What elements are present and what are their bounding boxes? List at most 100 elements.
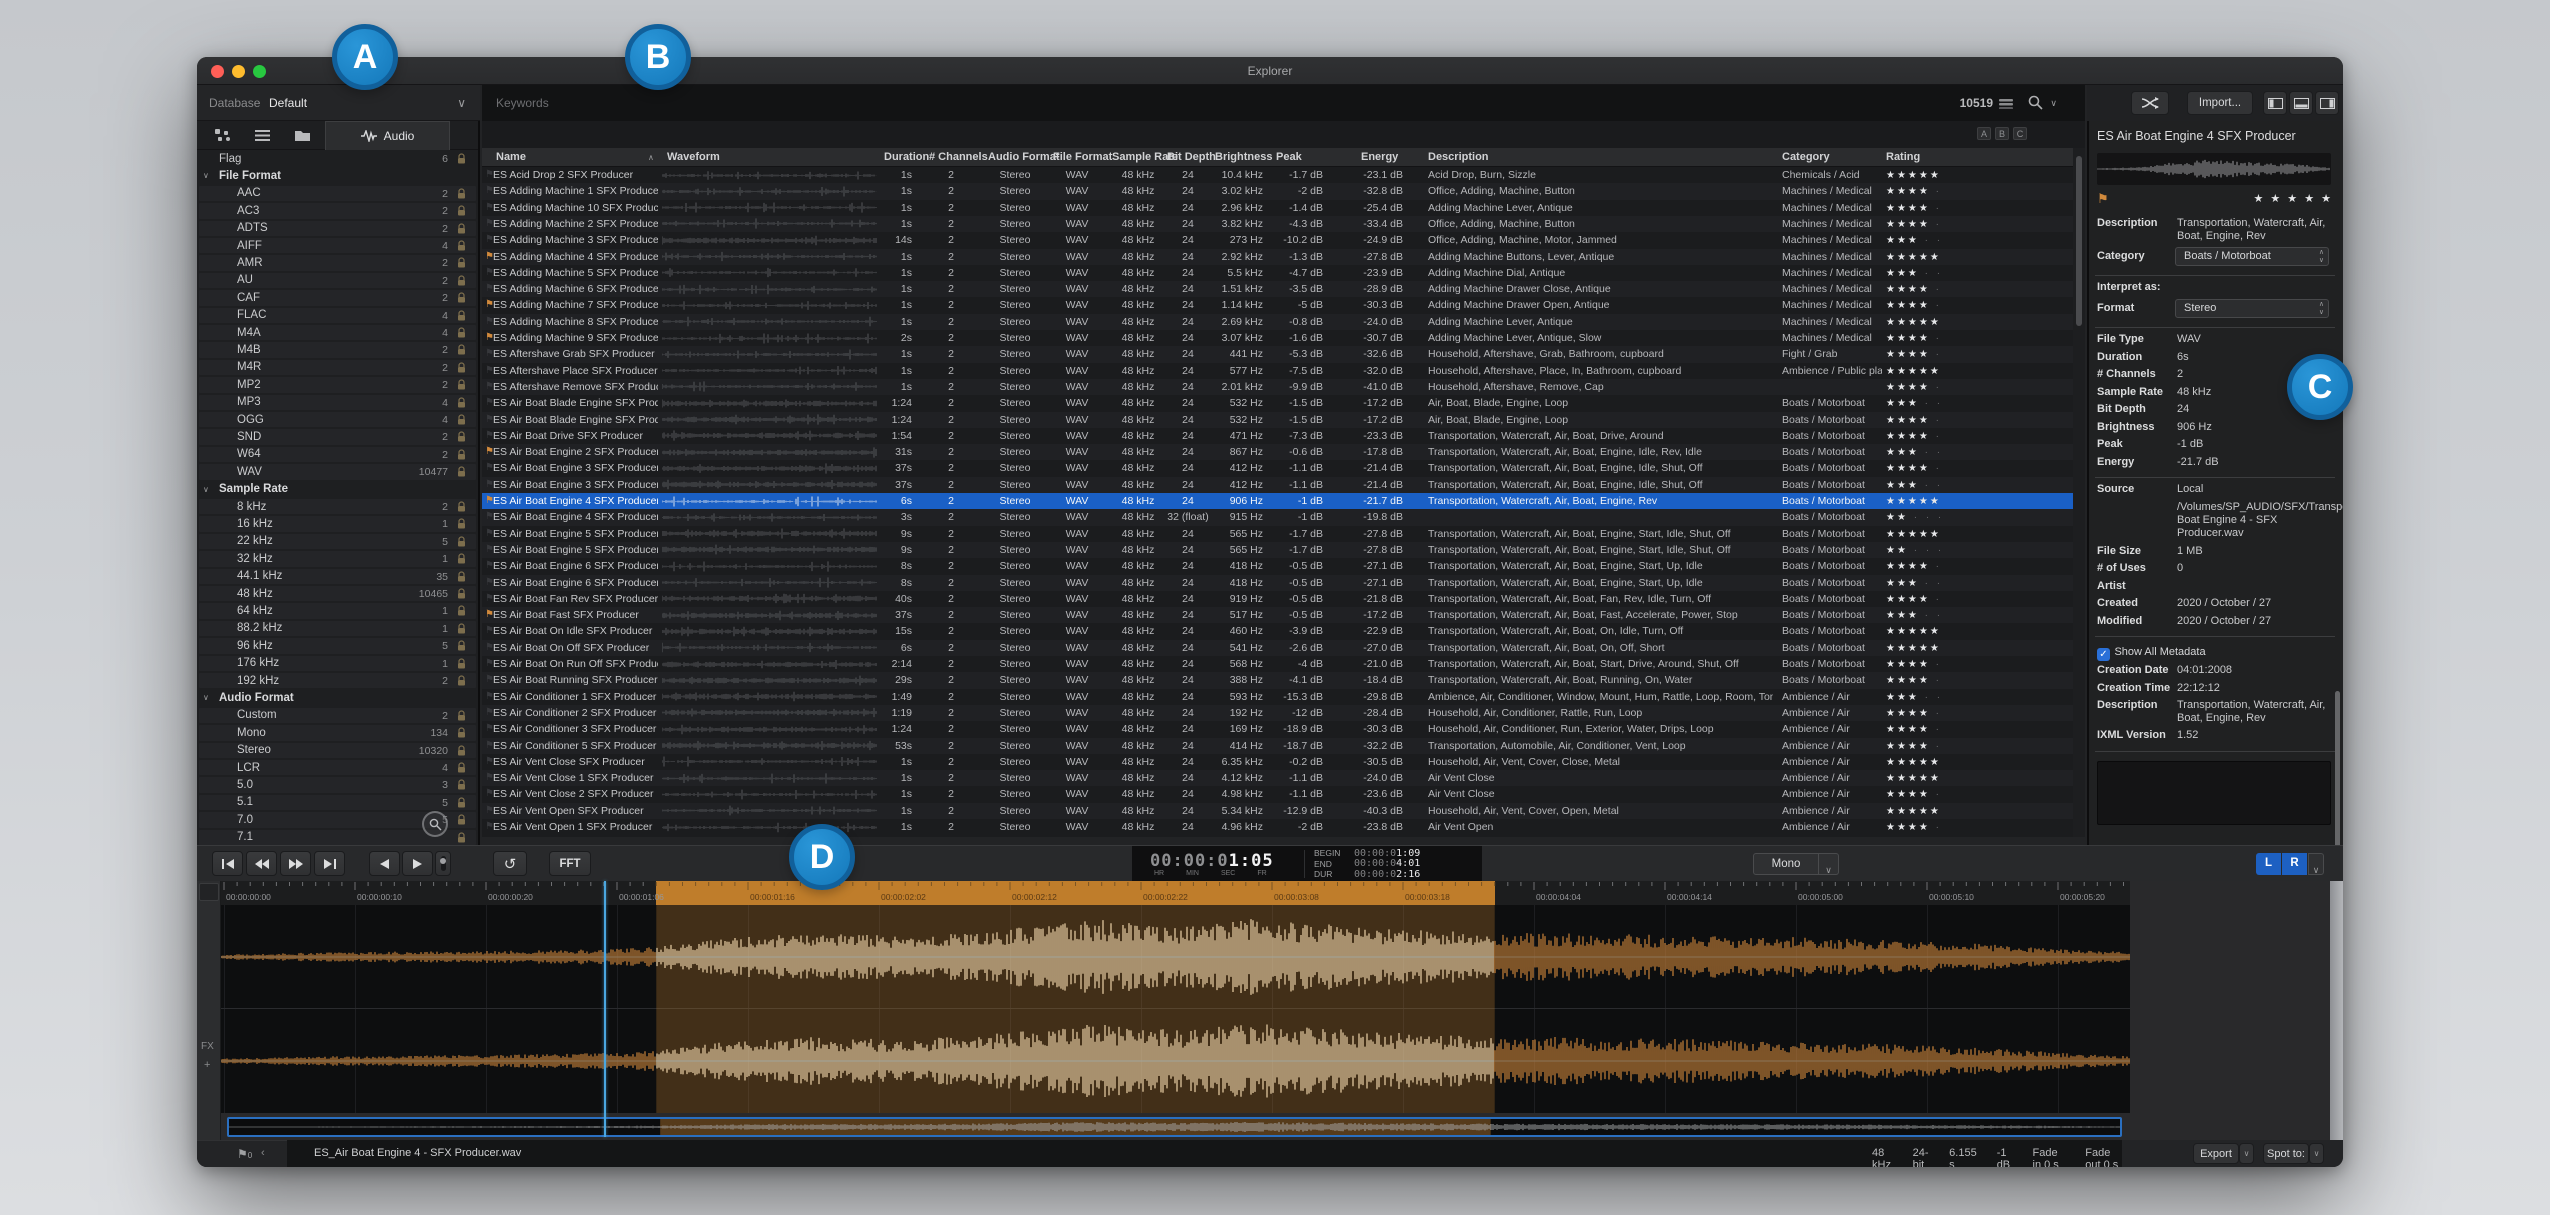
filter-item[interactable]: ADTS2 xyxy=(197,220,478,237)
filter-item[interactable]: Custom2 xyxy=(197,707,478,724)
lock-icon[interactable] xyxy=(457,205,466,216)
cell-rating[interactable]: ★★★★ · xyxy=(1886,740,2016,752)
play-reverse-button[interactable] xyxy=(369,851,400,876)
table-row[interactable]: ⚑ES Air Boat Engine 6 SFX Producer8s2Ste… xyxy=(482,575,2075,591)
sidebar-search-button[interactable] xyxy=(422,811,448,837)
cell-rating[interactable]: ★★★★ · xyxy=(1886,560,2016,572)
column-header-energy[interactable]: Energy xyxy=(1361,151,1398,163)
cell-rating[interactable]: ★★★★ · xyxy=(1886,414,2016,426)
import-button[interactable]: Import... xyxy=(2187,91,2253,115)
cell-rating[interactable]: ★★★★★ xyxy=(1886,805,2016,817)
cell-rating[interactable]: ★★★★★ xyxy=(1886,169,2016,181)
cell-rating[interactable]: ★★★★★ xyxy=(1886,756,2016,768)
table-scrollbar[interactable] xyxy=(2073,148,2085,837)
cell-rating[interactable]: ★★★ · · xyxy=(1886,446,2016,458)
collapse-chevron-icon[interactable]: ‹ xyxy=(261,1147,265,1159)
table-row[interactable]: ⚑ES Air Boat Engine 2 SFX Producer31s2St… xyxy=(482,444,2075,460)
lock-icon[interactable] xyxy=(457,779,466,790)
table-row[interactable]: ⚑ES Air Boat On Off SFX Producer6s2Stere… xyxy=(482,640,2075,656)
column-header-description[interactable]: Description xyxy=(1428,151,1489,163)
filter-item[interactable]: M4A4 xyxy=(197,324,478,341)
lock-icon[interactable] xyxy=(457,745,466,756)
detail-rating[interactable]: ★ ★ ★ ★ ★ xyxy=(2253,192,2333,205)
table-row[interactable]: ⚑ES Air Boat Engine 4 SFX Producer3s2Ste… xyxy=(482,509,2075,525)
column-header-audio-format[interactable]: Audio Format xyxy=(988,151,1060,163)
table-row[interactable]: ⚑ES Air Boat Engine 3 SFX Producer37s2St… xyxy=(482,460,2075,476)
filter-item[interactable]: 176 kHz1 xyxy=(197,655,478,672)
cell-rating[interactable]: ★★★★ · xyxy=(1886,462,2016,474)
lock-icon[interactable] xyxy=(457,414,466,425)
database-value[interactable]: Default xyxy=(269,96,307,110)
table-row[interactable]: ⚑ES Adding Machine 3 SFX Producer14s2Ste… xyxy=(482,232,2075,248)
filter-section-header[interactable]: ∨File Format xyxy=(197,167,478,184)
lock-icon[interactable] xyxy=(457,588,466,599)
filter-item[interactable]: 48 kHz10465 xyxy=(197,585,478,602)
cell-rating[interactable]: ★★★★★ xyxy=(1886,495,2016,507)
cell-rating[interactable]: ★★★★ · xyxy=(1886,658,2016,670)
table-row[interactable]: ⚑ES Aftershave Grab SFX Producer1s2Stere… xyxy=(482,346,2075,362)
overview-scrollbar[interactable] xyxy=(227,1117,2122,1137)
filter-item[interactable]: OGG4 xyxy=(197,411,478,428)
lock-icon[interactable] xyxy=(457,675,466,686)
cell-rating[interactable]: ★★★★ · xyxy=(1886,185,2016,197)
category-select[interactable]: Boats / Motorboat∧∨ xyxy=(2175,247,2329,266)
spot-chevron-icon[interactable]: ∨ xyxy=(2309,1143,2324,1164)
filter-item[interactable]: 16 kHz1 xyxy=(197,515,478,532)
cell-rating[interactable]: ★★★★★ xyxy=(1886,365,2016,377)
cell-rating[interactable]: ★★★★ · xyxy=(1886,593,2016,605)
lock-icon[interactable] xyxy=(457,518,466,529)
table-row[interactable]: ⚑ES Air Boat Engine 4 SFX Producer6s2Ste… xyxy=(482,493,2075,509)
folder-icon[interactable] xyxy=(295,129,310,141)
lock-icon[interactable] xyxy=(457,623,466,634)
filter-item[interactable]: M4B2 xyxy=(197,341,478,358)
cell-rating[interactable]: ★★★★ · xyxy=(1886,788,2016,800)
chevron-down-icon[interactable]: ∨ xyxy=(203,485,209,494)
chevron-down-icon[interactable]: ∨ xyxy=(203,171,209,180)
cell-rating[interactable]: ★★★ · · xyxy=(1886,267,2016,279)
cell-rating[interactable]: ★★★★★ xyxy=(1886,625,2016,637)
filter-item[interactable]: 8 kHz2 xyxy=(197,498,478,515)
filter-item[interactable]: 22 kHz5 xyxy=(197,533,478,550)
cell-rating[interactable]: ★★★ · · xyxy=(1886,609,2016,621)
shuffle-button[interactable] xyxy=(2131,91,2169,115)
filter-item[interactable]: FLAC4 xyxy=(197,307,478,324)
tab-audio[interactable]: Audio xyxy=(325,121,450,150)
fx-add-button[interactable]: + xyxy=(204,1059,210,1071)
cell-rating[interactable]: ★★★★ · xyxy=(1886,348,2016,360)
layout-bottom-panel-button[interactable] xyxy=(2289,91,2313,115)
flag-icon[interactable]: ⚑ xyxy=(2097,191,2109,207)
lock-icon[interactable] xyxy=(457,292,466,303)
lock-icon[interactable] xyxy=(457,240,466,251)
filter-item[interactable]: AAC2 xyxy=(197,185,478,202)
table-row[interactable]: ⚑ES Air Boat On Idle SFX Producer15s2Ste… xyxy=(482,623,2075,639)
cell-rating[interactable]: ★★★★ · xyxy=(1886,381,2016,393)
playhead[interactable] xyxy=(604,881,606,1137)
lock-icon[interactable] xyxy=(457,466,466,477)
cell-rating[interactable]: ★★ · · · xyxy=(1886,544,2016,556)
lock-icon[interactable] xyxy=(457,344,466,355)
filter-item[interactable]: AC32 xyxy=(197,202,478,219)
lock-icon[interactable] xyxy=(457,553,466,564)
filter-item[interactable]: 64 kHz1 xyxy=(197,602,478,619)
lock-icon[interactable] xyxy=(457,710,466,721)
cell-rating[interactable]: ★★★ · · xyxy=(1886,577,2016,589)
quick-select-b[interactable]: B xyxy=(1995,127,2009,140)
table-row[interactable]: ⚑ES Air Boat Blade Engine SFX Producer1:… xyxy=(482,412,2075,428)
channel-mode-select[interactable]: Mono xyxy=(1753,853,1819,875)
table-row[interactable]: ⚑ES Air Boat Running SFX Producer29s2Ste… xyxy=(482,672,2075,688)
export-button[interactable]: Export xyxy=(2193,1143,2239,1164)
filter-item[interactable]: SND2 xyxy=(197,428,478,445)
filter-item[interactable]: 5.03 xyxy=(197,776,478,793)
cell-rating[interactable]: ★★★ · · xyxy=(1886,397,2016,409)
smart-browse-icon[interactable] xyxy=(215,129,231,142)
channel-right-button[interactable]: R xyxy=(2282,853,2307,875)
fast-forward-button[interactable] xyxy=(280,851,311,876)
lock-icon[interactable] xyxy=(457,536,466,547)
lock-icon[interactable] xyxy=(457,762,466,773)
table-row[interactable]: ⚑ES Air Boat Engine 5 SFX Producer9s2Ste… xyxy=(482,542,2075,558)
lock-icon[interactable] xyxy=(457,327,466,338)
search-input[interactable]: Keywords xyxy=(496,96,549,110)
timeline-ruler[interactable]: 00:00:00:0000:00:00:1000:00:00:2000:00:0… xyxy=(221,881,2130,905)
column-header-bit-depth[interactable]: Bit Depth xyxy=(1167,151,1216,163)
filter-item[interactable]: 44.1 kHz35 xyxy=(197,568,478,585)
